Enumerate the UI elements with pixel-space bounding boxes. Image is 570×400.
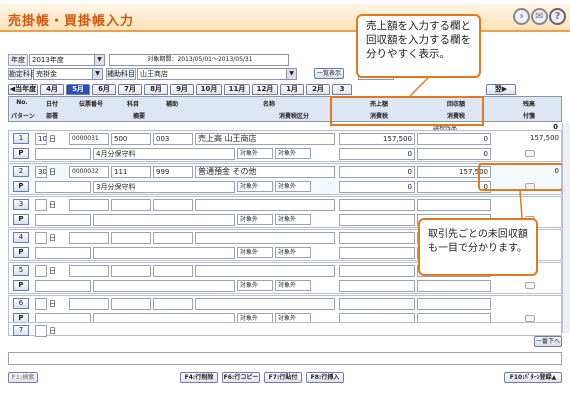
f6-copy-row-button[interactable]: F6:行コピー <box>222 372 260 383</box>
status-bar <box>8 352 562 365</box>
callout-connectors <box>409 77 523 219</box>
f10-pattern-register-button[interactable]: F10:ﾊﾟﾀｰﾝ登録▲ <box>504 372 562 383</box>
page-bottom-button[interactable]: 一番下へ <box>534 336 562 347</box>
f7-paste-row-button[interactable]: F7:行貼付 <box>264 372 302 383</box>
f8-insert-row-button[interactable]: F8:行挿入 <box>306 372 344 383</box>
f1-search-button[interactable]: F1:検索 <box>8 372 38 383</box>
scrollbar[interactable] <box>562 123 570 333</box>
f4-delete-row-button[interactable]: F4:行削除 <box>180 372 218 383</box>
